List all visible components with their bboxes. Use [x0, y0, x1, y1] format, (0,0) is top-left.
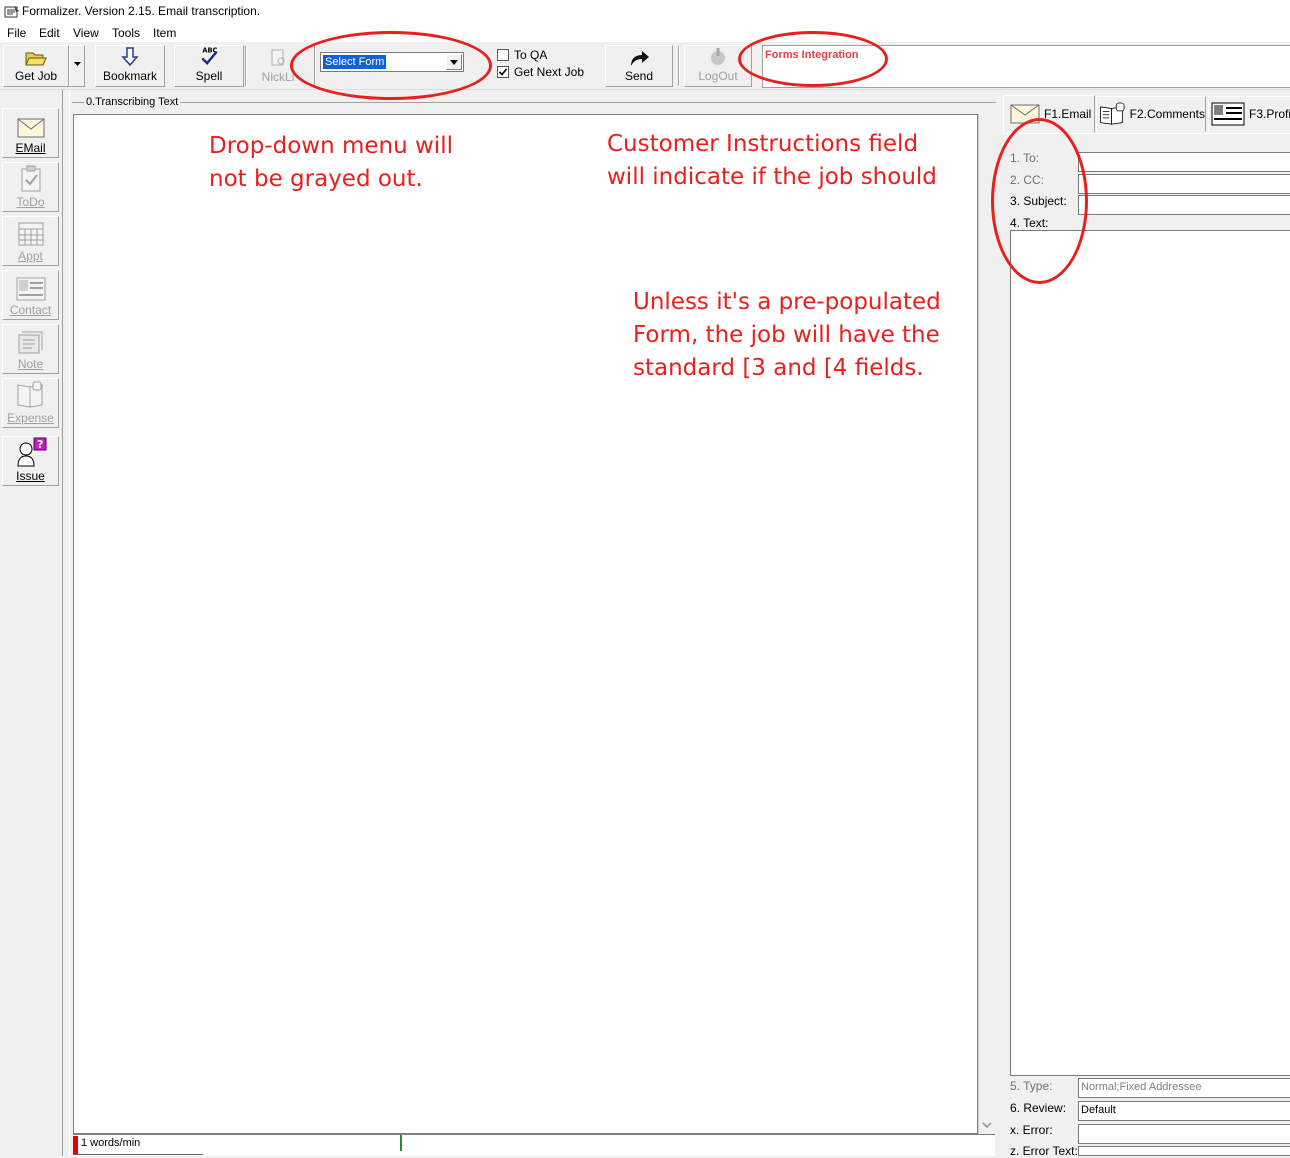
tab-profile[interactable]: F3.Profil [1208, 96, 1290, 132]
tab-email-label: F1.Email [1044, 107, 1092, 121]
menu-item[interactable]: Item [153, 26, 176, 40]
bookmark-label: Bookmark [102, 69, 158, 83]
profile-card-icon [1211, 102, 1245, 126]
subject-field[interactable] [1078, 195, 1290, 215]
annotation-dropdown: Drop-down menu will not be grayed out. [209, 130, 453, 196]
sidebar-label-note: Note [17, 357, 44, 371]
sidebar-item-todo[interactable]: ToDo [2, 162, 59, 212]
sidebar-label-appt: Appt [18, 249, 43, 263]
get-job-dropdown[interactable] [69, 45, 85, 87]
transcribing-label: 0.Transcribing Text [84, 96, 181, 108]
get-next-job-label: Get Next Job [514, 65, 585, 79]
position-marker [400, 1135, 402, 1151]
error-field[interactable] [1078, 1124, 1290, 1144]
spell-check-icon: ABC [201, 47, 218, 65]
sidebar-item-expense[interactable]: Expense [2, 378, 59, 428]
spell-label: Spell [195, 69, 223, 83]
annotation-dropdown-line1: Drop-down menu will [209, 133, 454, 159]
note-pad-icon [18, 331, 42, 354]
type-label: 5. Type: [1010, 1079, 1053, 1093]
sidebar-item-issue[interactable]: ? Issue [2, 436, 59, 486]
type-field[interactable]: Normal;Fixed Addressee [1078, 1078, 1290, 1098]
expense-book-icon [17, 381, 42, 408]
cc-field[interactable] [1078, 174, 1290, 194]
send-label: Send [624, 69, 654, 83]
spell-button[interactable]: ABC Spell [174, 45, 244, 87]
get-job-label: Get Job [14, 69, 58, 83]
app-icon [4, 6, 19, 18]
folder-open-icon [25, 52, 47, 66]
envelope-icon [17, 118, 44, 138]
status-bar: 1 words/min [73, 1134, 995, 1156]
speed-indicator [73, 1136, 78, 1154]
logout-label: LogOut [698, 69, 738, 83]
annotation-ellipse-instructions [738, 31, 888, 87]
annotation-unless-line1: Unless it's a pre-populated [633, 289, 941, 315]
annotation-unless-line3: standard [3 and [4 fields. [633, 355, 924, 381]
book-comment-icon [1100, 102, 1125, 125]
menu-file[interactable]: File [7, 26, 26, 40]
vertical-scrollbar[interactable] [978, 114, 994, 1134]
sidebar-label-contact: Contact [9, 303, 52, 317]
annotation-customer-line2: will indicate if the job should [607, 164, 937, 190]
dropdown-arrow-icon [73, 61, 81, 66]
sidebar-splitter[interactable] [62, 90, 70, 1156]
review-field[interactable]: Default [1078, 1101, 1290, 1121]
sidebar-item-appt[interactable]: Appt [2, 216, 59, 266]
annotation-ellipse-fields [991, 118, 1088, 284]
nicklist-icon [271, 49, 285, 66]
logout-icon [711, 48, 725, 65]
get-next-job-checkbox[interactable] [497, 66, 509, 78]
annotation-dropdown-line2: not be grayed out. [209, 166, 423, 192]
sidebar-label-issue: Issue [16, 469, 45, 483]
annotation-ellipse-dropdown [290, 31, 492, 100]
arrow-down-icon [121, 47, 139, 67]
clipboard-check-icon [21, 165, 40, 192]
menu-tools[interactable]: Tools [112, 26, 140, 40]
transcribing-text-area[interactable] [73, 114, 978, 1134]
bookmark-button[interactable]: Bookmark [95, 45, 165, 87]
tab-comments[interactable]: F2.Comments [1096, 96, 1206, 132]
sidebar-item-contact[interactable]: Contact [2, 270, 59, 320]
to-qa-checkbox[interactable] [497, 49, 509, 61]
sidebar-label-email: EMail [15, 141, 46, 155]
annotation-unless-line2: Form, the job will have the [633, 322, 940, 348]
window-title: Formalizer. Version 2.15. Email transcri… [22, 4, 261, 18]
calendar-icon [18, 222, 43, 246]
words-per-minute: 1 words/min [81, 1137, 141, 1149]
tab-comments-label: F2.Comments [1129, 107, 1205, 121]
to-qa-label: To QA [514, 48, 548, 62]
svg-text:?: ? [37, 438, 43, 451]
issue-question-icon: ? [16, 437, 46, 467]
error-label: x. Error: [1010, 1123, 1053, 1137]
review-label: 6. Review: [1010, 1101, 1067, 1115]
sidebar-item-note[interactable]: Note [2, 324, 59, 374]
checkmark-icon [498, 68, 508, 76]
sidebar-label-expense: Expense [7, 411, 54, 425]
annotation-customer: Customer Instructions field will indicat… [607, 128, 937, 194]
title-bar: Formalizer. Version 2.15. Email transcri… [0, 0, 1290, 24]
annotation-unless: Unless it's a pre-populated Form, the jo… [633, 286, 941, 385]
annotation-customer-line1: Customer Instructions field [607, 131, 919, 157]
menu-bar: File Edit View Tools Item [0, 24, 1290, 42]
menu-view[interactable]: View [73, 26, 99, 40]
menu-edit[interactable]: Edit [39, 26, 60, 40]
tab-profile-label: F3.Profil [1249, 107, 1290, 121]
sidebar-item-email[interactable]: EMail [2, 108, 59, 158]
send-arrow-icon [631, 51, 649, 66]
to-field[interactable] [1078, 152, 1290, 172]
contact-card-icon [16, 277, 45, 301]
scroll-down-icon [982, 1122, 992, 1129]
error-text-field[interactable] [1078, 1146, 1290, 1156]
send-button[interactable]: Send [605, 45, 673, 87]
nicklist-label: NickLi [261, 70, 295, 84]
sidebar-label-todo: ToDo [16, 195, 45, 209]
email-text-area[interactable] [1010, 230, 1290, 1076]
get-job-button[interactable]: Get Job [3, 45, 69, 87]
